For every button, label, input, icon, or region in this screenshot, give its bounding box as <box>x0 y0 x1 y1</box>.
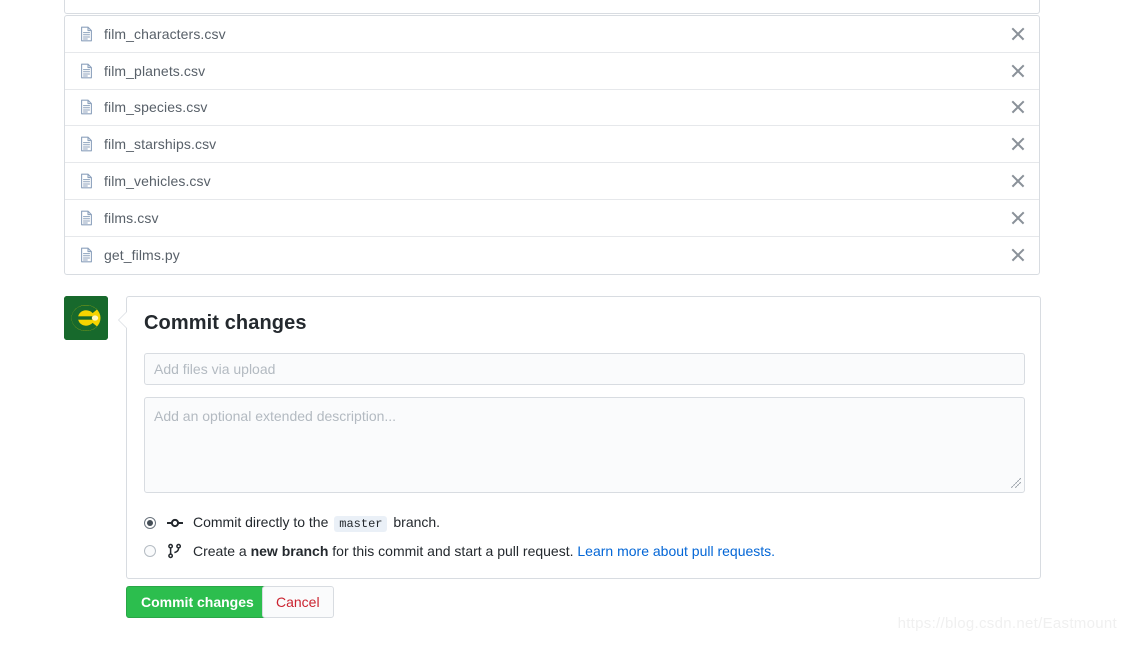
uploaded-file-row: film_starships.csv <box>65 126 1039 164</box>
file-document-icon <box>81 210 92 226</box>
uploaded-file-row: films.csv <box>65 200 1039 237</box>
remove-file-icon[interactable] <box>1009 25 1027 43</box>
remove-file-icon[interactable] <box>1009 246 1027 264</box>
radio-commit-directly[interactable] <box>144 517 156 529</box>
uploaded-file-list: film_characters.csv film_planets.csv film_… <box>64 15 1040 275</box>
uploaded-file-name: film_planets.csv <box>104 62 206 79</box>
option-branch-bold: new branch <box>250 543 329 559</box>
option-commit-directly[interactable]: Commit directly to the master branch. <box>144 514 440 532</box>
remove-file-icon[interactable] <box>1009 135 1027 153</box>
option-direct-text-after: branch. <box>393 514 441 530</box>
uploaded-file-name: get_films.py <box>104 247 180 264</box>
remove-file-icon[interactable] <box>1009 209 1027 227</box>
uploaded-file-row: film_planets.csv <box>65 53 1039 90</box>
file-document-icon <box>81 63 92 79</box>
option-direct-text-before: Commit directly to the <box>193 514 329 530</box>
uploaded-file-name: film_vehicles.csv <box>104 173 211 190</box>
commit-message-input[interactable] <box>144 353 1025 385</box>
file-document-icon <box>81 26 92 42</box>
avatar <box>64 296 108 340</box>
git-commit-icon <box>167 518 183 528</box>
uploaded-file-name: films.csv <box>104 209 159 226</box>
git-branch-icon <box>168 543 182 559</box>
uploaded-file-name: film_species.csv <box>104 99 208 116</box>
file-document-icon <box>81 100 92 115</box>
cancel-button[interactable]: Cancel <box>262 586 334 618</box>
uploaded-file-row: get_films.py <box>65 237 1039 274</box>
uploaded-file-name: film_starships.csv <box>104 136 217 153</box>
commit-changes-button[interactable]: Commit changes <box>126 586 269 618</box>
pull-request-learn-more-link[interactable]: Learn more about pull requests. <box>577 543 775 559</box>
uploaded-file-row: film_characters.csv <box>65 16 1039 53</box>
upload-dropzone[interactable] <box>64 0 1040 14</box>
bubble-arrow-fill <box>119 311 128 329</box>
option-branch-text-before: Create a <box>193 543 247 559</box>
option-branch-text-after: for this commit and start a pull request… <box>332 543 574 559</box>
commit-changes-panel: Commit changes Commit directly to the ma… <box>118 296 1041 579</box>
avatar-logo-icon <box>64 296 108 340</box>
branch-name-badge: master <box>334 516 388 532</box>
file-document-icon <box>81 247 92 263</box>
file-document-icon <box>81 173 92 189</box>
radio-create-new-branch[interactable] <box>144 545 156 557</box>
remove-file-icon[interactable] <box>1009 172 1027 190</box>
commit-description-input[interactable] <box>144 397 1025 493</box>
uploaded-file-name: film_characters.csv <box>104 25 226 42</box>
watermark: https://blog.csdn.net/Eastmount <box>897 615 1117 632</box>
uploaded-file-row: film_species.csv <box>65 90 1039 127</box>
page-title: Commit changes <box>144 312 307 334</box>
option-create-new-branch[interactable]: Create a new branch for this commit and … <box>144 543 775 559</box>
remove-file-icon[interactable] <box>1009 98 1027 116</box>
remove-file-icon[interactable] <box>1009 62 1027 80</box>
uploaded-file-row: film_vehicles.csv <box>65 163 1039 200</box>
file-document-icon <box>81 136 92 152</box>
